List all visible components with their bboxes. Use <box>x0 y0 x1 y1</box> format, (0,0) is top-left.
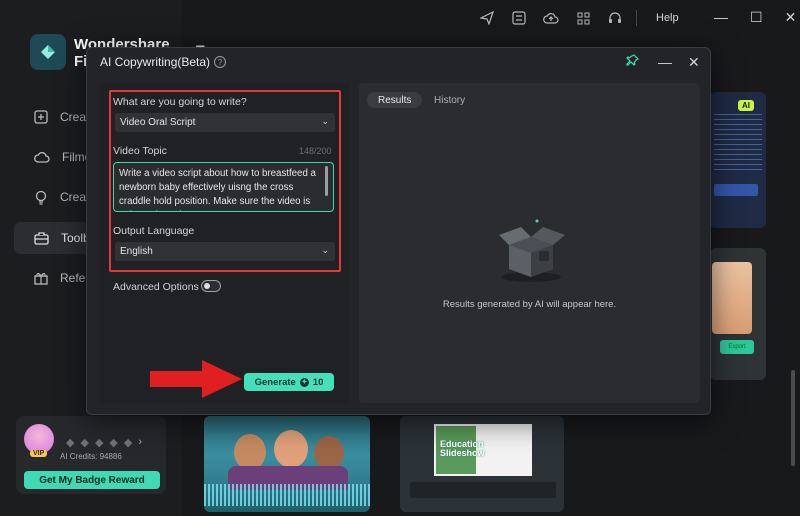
preview-card[interactable] <box>710 248 766 380</box>
chevron-down-icon: ⌄ <box>321 116 329 126</box>
results-panel: Results History Results generated by AI … <box>359 83 700 403</box>
chevron-down-icon: ⌄ <box>321 245 329 255</box>
help-menu[interactable]: Help <box>656 12 679 24</box>
achievement-badges: ◆ ◆ ◆ ◆ ◆ › <box>66 436 142 449</box>
scrollbar[interactable] <box>791 370 795 466</box>
lightbulb-icon <box>35 190 47 205</box>
output-language-value: English <box>120 246 153 257</box>
minimize-icon[interactable]: — <box>714 9 728 26</box>
template-thumbnail-education[interactable]: Education Slideshow <box>400 416 564 512</box>
advanced-options-toggle[interactable] <box>201 280 221 292</box>
export-button[interactable]: Export <box>720 340 754 354</box>
headset-icon[interactable] <box>606 10 624 26</box>
vip-card: VIP ◆ ◆ ◆ ◆ ◆ › AI Credits: 94886 Get My… <box>16 416 166 494</box>
template-thumbnail-friends[interactable] <box>204 416 370 512</box>
cloud-icon <box>34 151 50 163</box>
new-project-icon <box>34 110 48 124</box>
window-controls: — ☐ ✕ <box>714 9 796 26</box>
video-topic-textarea[interactable]: Write a video script about how to breast… <box>113 162 334 212</box>
output-language-select[interactable]: English ⌄ <box>115 242 335 261</box>
minimize-icon[interactable]: — <box>658 54 672 70</box>
empty-state-message: Results generated by AI will appear here… <box>442 299 617 310</box>
character-counter: 148/200 <box>299 146 332 156</box>
tab-history[interactable]: History <box>423 92 476 108</box>
slide-title: Education Slideshow <box>440 439 485 458</box>
close-icon[interactable]: ✕ <box>688 54 700 71</box>
cloud-upload-icon[interactable] <box>542 10 560 26</box>
badge-icon: ◆ <box>94 437 104 449</box>
vip-badge: VIP <box>30 450 48 457</box>
get-badge-reward-button[interactable]: Get My Badge Reward <box>24 471 160 489</box>
generate-button[interactable]: Generate ✦ 10 <box>244 373 334 391</box>
maximize-icon[interactable]: ☐ <box>750 9 763 26</box>
gift-icon <box>34 273 48 285</box>
badge-icon: ◆ <box>123 437 133 449</box>
ai-copywriting-preview-card[interactable] <box>710 92 766 228</box>
dialog-title: AI Copywriting(Beta) <box>100 55 211 69</box>
badge-icon: ◆ <box>66 437 75 449</box>
ai-credits: AI Credits: 94886 <box>60 452 122 461</box>
write-type-value: Video Oral Script <box>120 117 196 128</box>
close-icon[interactable]: ✕ <box>785 9 797 26</box>
generate-label: Generate <box>254 376 296 388</box>
send-icon[interactable] <box>478 10 496 26</box>
generate-cost: 10 <box>312 376 324 388</box>
tab-results[interactable]: Results <box>367 92 423 108</box>
video-topic-label: Video Topic <box>113 145 167 157</box>
write-type-select[interactable]: Video Oral Script ⌄ <box>115 113 335 132</box>
credit-icon: ✦ <box>299 377 309 387</box>
textarea-scrollbar[interactable] <box>325 166 328 196</box>
chevron-right-icon[interactable]: › <box>138 436 142 449</box>
empty-box-icon <box>499 219 565 282</box>
checklist-icon[interactable] <box>510 10 528 26</box>
top-toolbar <box>478 10 624 26</box>
pin-icon[interactable] <box>626 54 640 70</box>
ai-copywriting-dialog: AI Copywriting(Beta) ? — ✕ What are you … <box>86 47 711 415</box>
badge-icon: ◆ <box>109 437 118 449</box>
advanced-options-label: Advanced Options <box>113 281 199 293</box>
sidebar-item-label: Creat <box>60 110 90 124</box>
sidebar-item-label: Refer <box>60 271 90 285</box>
ai-tag: AI <box>738 100 754 111</box>
output-language-label: Output Language <box>113 225 195 237</box>
help-icon[interactable]: ? <box>214 56 226 68</box>
sidebar-item-label: Creat <box>60 190 90 204</box>
toolbox-icon <box>34 232 49 245</box>
write-type-label: What are you going to write? <box>113 96 247 108</box>
filmora-logo-icon <box>30 34 66 70</box>
grid-icon[interactable] <box>574 10 592 26</box>
toolbar-divider <box>636 10 637 26</box>
badge-icon: ◆ <box>80 437 89 449</box>
red-arrow-icon <box>150 360 242 398</box>
